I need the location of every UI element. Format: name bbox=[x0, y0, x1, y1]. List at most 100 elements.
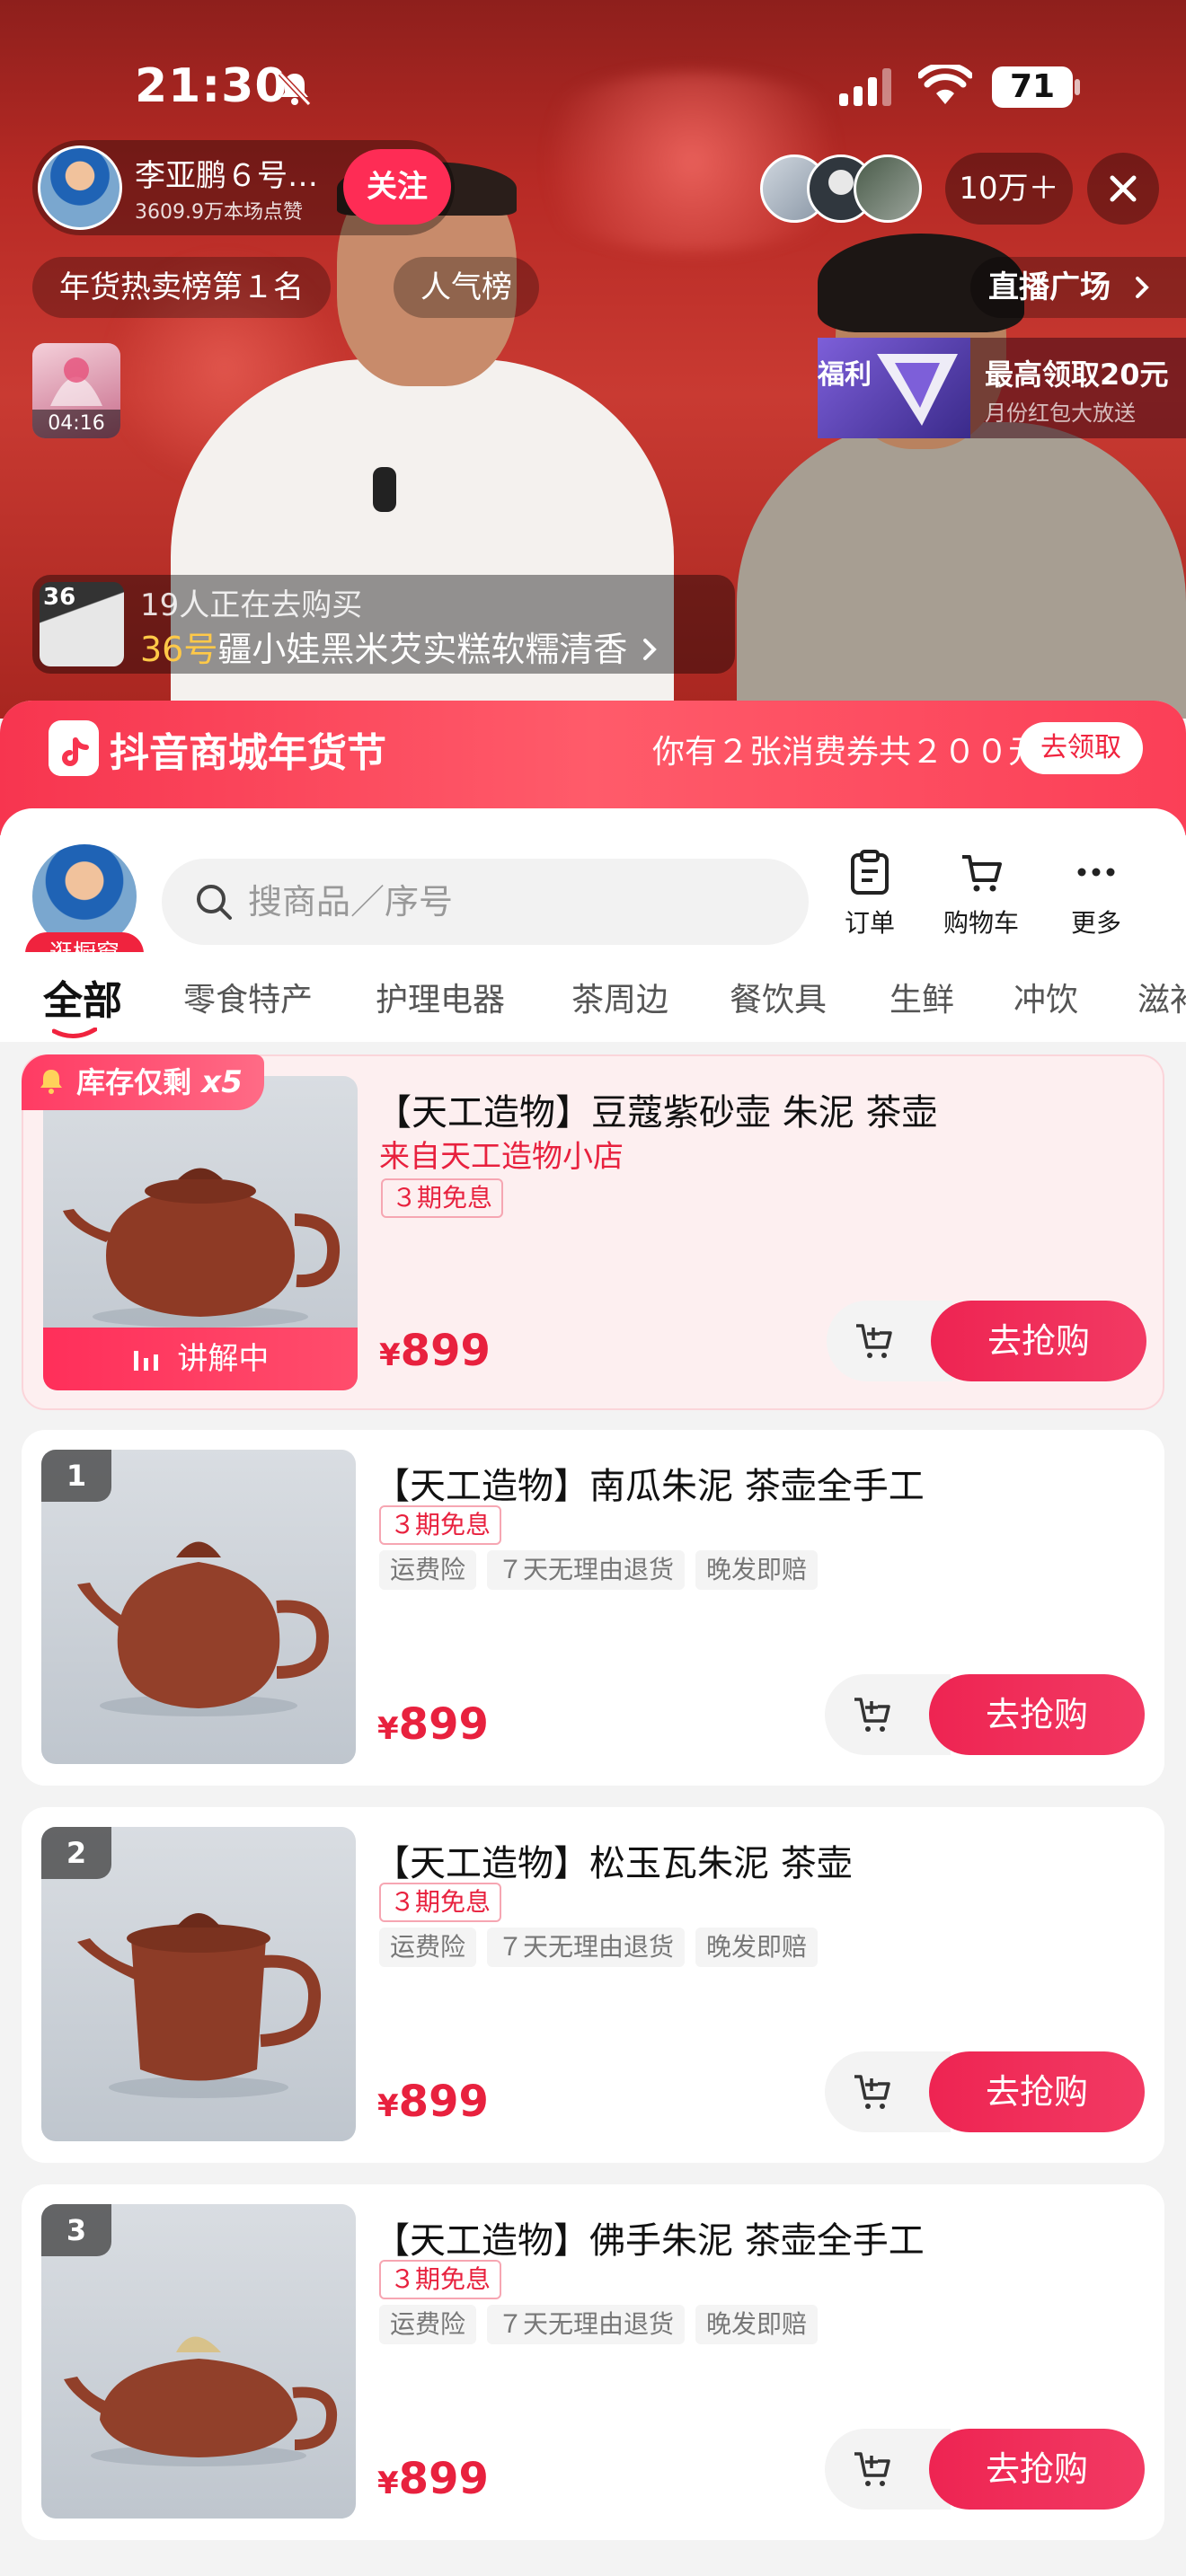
tab-tonics[interactable]: 滋补 bbox=[1137, 974, 1186, 1020]
explaining-label: 讲解中 bbox=[177, 1341, 270, 1377]
buying-notice[interactable]: 36 19人正在去购买 36号疆小娃黑米芡实糕软糯清香 bbox=[32, 575, 735, 674]
tab-all[interactable]: 全部 bbox=[43, 968, 122, 1026]
buy-now-button[interactable]: 去抢购 bbox=[929, 2429, 1145, 2510]
buying-item: 36号疆小娃黑米芡实糕软糯清香 bbox=[140, 622, 661, 671]
product-title[interactable]: 【天工造物】佛手朱泥 茶壶全手工 bbox=[374, 2211, 925, 2263]
product-price: ¥899 bbox=[377, 2077, 489, 2127]
product-card[interactable]: 2 【天工造物】松玉瓦朱泥 茶壶 ３期免息 运费险 ７天无理由退货 晚发即赔 ¥89… bbox=[22, 1807, 1164, 2163]
claim-coupon-button[interactable]: 去领取 bbox=[1019, 722, 1143, 774]
tab-drinks[interactable]: 冲饮 bbox=[1013, 974, 1078, 1020]
promo-banner[interactable]: 福利 最高领取20元 月份红包大放送 bbox=[818, 338, 1186, 438]
shop-sheet: 抖音商城年货节 你有２张消费券共２００元 去领取 逛橱窗 订单 bbox=[0, 701, 1186, 2576]
tab-appliances[interactable]: 护理电器 bbox=[376, 974, 505, 1020]
service-tag: ７天无理由退货 bbox=[487, 1550, 686, 1590]
buy-now-button[interactable]: 去抢购 bbox=[929, 1674, 1145, 1755]
buy-now-button[interactable]: 去抢购 bbox=[929, 2051, 1145, 2132]
product-price: ¥899 bbox=[377, 2454, 489, 2504]
product-price: ¥899 bbox=[377, 1699, 489, 1750]
close-button[interactable] bbox=[1087, 153, 1159, 225]
stock-badge: 库存仅剩 x5 bbox=[22, 1054, 264, 1110]
service-tags: 运费险 ７天无理由退货 晚发即赔 bbox=[379, 2305, 828, 2344]
live-plaza-button[interactable]: 直播广场 bbox=[970, 257, 1186, 318]
service-tag: 运费险 bbox=[379, 1550, 477, 1590]
viewer-count-button[interactable]: 10万＋ bbox=[945, 153, 1073, 225]
stock-label: 库存仅剩 bbox=[76, 1065, 192, 1099]
buy-now-button[interactable]: 去抢购 bbox=[931, 1301, 1146, 1381]
banner-subtitle: 月份红包大放送 bbox=[985, 401, 1136, 426]
brand-logo-icon bbox=[877, 354, 958, 426]
product-title[interactable]: 【天工造物】南瓜朱泥 茶壶全手工 bbox=[374, 1457, 925, 1509]
host-info[interactable]: 李亚鹏６号… 3609.9万本场点赞 关注 bbox=[32, 140, 455, 235]
status-bar: 21:30 71 bbox=[0, 54, 1186, 117]
item-name: 疆小娃黑米芡实糕软糯清香 bbox=[217, 630, 628, 669]
rank-badge: 2 bbox=[41, 1827, 111, 1879]
service-tag: 晚发即赔 bbox=[695, 1550, 819, 1590]
tab-fresh[interactable]: 生鲜 bbox=[890, 974, 954, 1020]
wifi-icon bbox=[918, 65, 972, 104]
cart-icon bbox=[962, 855, 1002, 892]
order-icon bbox=[851, 850, 889, 895]
viewer-avatars[interactable] bbox=[760, 151, 940, 225]
coupon-text: 你有２张消费券共２００元 bbox=[652, 734, 1041, 771]
product-title[interactable]: 【天工造物】豆蔻紫砂壶 朱泥 茶壶 bbox=[376, 1083, 937, 1135]
signal-icon bbox=[839, 68, 891, 106]
product-card[interactable]: 库存仅剩 x5 讲解中 【天工造物】豆蔻紫砂壶 朱泥 茶壶 来自天工造物小店 ３… bbox=[22, 1054, 1164, 1410]
mini-video[interactable]: 04:16 bbox=[32, 343, 120, 438]
product-title[interactable]: 【天工造物】松玉瓦朱泥 茶壶 bbox=[374, 1834, 853, 1886]
host-name: 李亚鹏６号… bbox=[135, 158, 318, 194]
like-count: 3609.9万本场点赞 bbox=[135, 201, 303, 224]
cart-label: 购物车 bbox=[943, 908, 1019, 938]
avatar[interactable] bbox=[854, 154, 922, 223]
battery-indicator: 71 bbox=[992, 66, 1080, 108]
banner-label: 福利 bbox=[818, 359, 872, 391]
installment-badge: ３期免息 bbox=[379, 1505, 502, 1545]
tab-tableware[interactable]: 餐饮具 bbox=[730, 974, 827, 1020]
service-tag: ７天无理由退货 bbox=[487, 2305, 686, 2344]
rank-badge: 3 bbox=[41, 2204, 111, 2256]
price-value: 899 bbox=[398, 2454, 489, 2504]
banner-title: 最高领取20元 bbox=[985, 357, 1169, 392]
cart-button[interactable]: 购物车 bbox=[936, 850, 1026, 940]
service-tag: 运费险 bbox=[379, 1928, 477, 1967]
tab-tea-accessories[interactable]: 茶周边 bbox=[571, 974, 668, 1020]
rank-tag[interactable]: 年货热卖榜第１名 bbox=[32, 257, 331, 318]
orders-label: 订单 bbox=[844, 908, 895, 938]
stock-count: x5 bbox=[201, 1064, 243, 1100]
clock: 21:30 bbox=[135, 59, 288, 113]
product-card[interactable]: 1 【天工造物】南瓜朱泥 茶壶全手工 ３期免息 运费险 ７天无理由退货 晚发即赔 ¥… bbox=[22, 1430, 1164, 1786]
bell-mute-icon bbox=[278, 71, 312, 107]
search-input[interactable] bbox=[248, 859, 787, 945]
chevron-right-icon bbox=[1135, 277, 1149, 298]
orders-button[interactable]: 订单 bbox=[825, 850, 915, 940]
close-icon bbox=[1110, 175, 1137, 202]
installment-badge: ３期免息 bbox=[381, 1178, 504, 1218]
add-cart-icon bbox=[856, 1324, 892, 1358]
avatar[interactable] bbox=[38, 146, 122, 230]
price-value: 899 bbox=[398, 2077, 489, 2127]
douyin-bag-icon bbox=[49, 720, 99, 776]
product-shop[interactable]: 来自天工造物小店 bbox=[379, 1132, 624, 1176]
search-bar[interactable] bbox=[162, 859, 809, 945]
gift-icon bbox=[50, 357, 102, 406]
more-label: 更多 bbox=[1070, 908, 1121, 938]
product-card[interactable]: 3 【天工造物】佛手朱泥 茶壶全手工 ３期免息 运费险 ７天无理由退货 晚发即赔 ¥… bbox=[22, 2184, 1164, 2540]
bars-icon bbox=[133, 1351, 158, 1371]
currency-symbol: ¥ bbox=[377, 2466, 399, 2501]
product-thumbnail: 36 bbox=[40, 582, 124, 666]
product-price: ¥899 bbox=[379, 1326, 491, 1376]
buyers-count: 19人正在去购买 bbox=[140, 587, 363, 623]
more-icon bbox=[1077, 868, 1115, 877]
more-button[interactable]: 更多 bbox=[1051, 850, 1141, 940]
service-tags: 运费险 ７天无理由退货 晚发即赔 bbox=[379, 1928, 828, 1967]
service-tag: ７天无理由退货 bbox=[487, 1928, 686, 1967]
price-value: 899 bbox=[398, 1699, 489, 1750]
tab-snacks[interactable]: 零食特产 bbox=[183, 974, 313, 1020]
chevron-right-icon bbox=[643, 639, 658, 660]
video-duration: 04:16 bbox=[32, 410, 120, 438]
add-cart-icon bbox=[854, 2075, 890, 2109]
popularity-tag[interactable]: 人气榜 bbox=[394, 257, 539, 318]
currency-symbol: ¥ bbox=[377, 2088, 399, 2124]
service-tag: 晚发即赔 bbox=[695, 2305, 819, 2344]
thumb-number: 36 bbox=[43, 584, 76, 611]
follow-button[interactable]: 关注 bbox=[343, 149, 451, 225]
